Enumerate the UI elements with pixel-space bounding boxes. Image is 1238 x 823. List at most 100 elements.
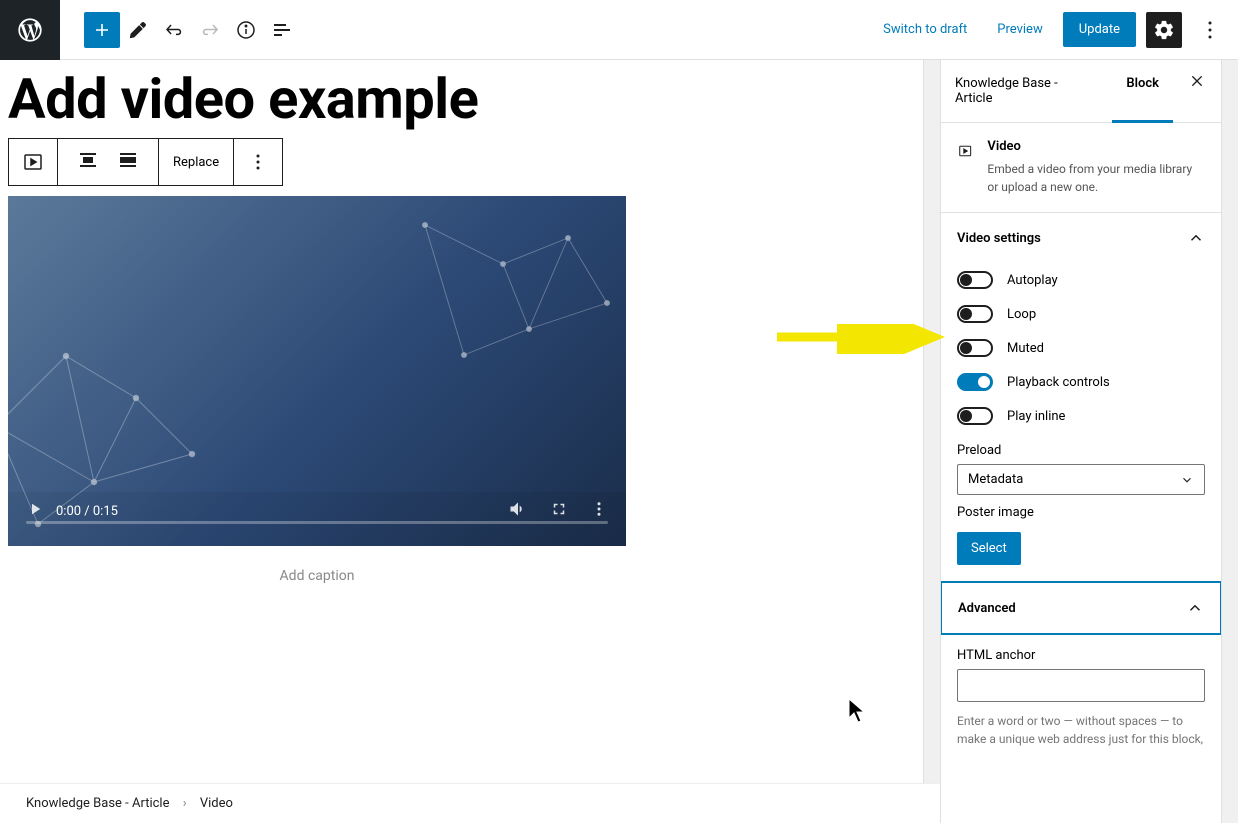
align-wide-icon xyxy=(116,148,140,172)
wordpress-logo[interactable] xyxy=(0,0,60,60)
anchor-input[interactable] xyxy=(957,669,1205,702)
undo-icon xyxy=(162,18,186,42)
anchor-help: Enter a word or two — without spaces — t… xyxy=(957,712,1205,748)
block-title: Video xyxy=(987,139,1205,154)
fullscreen-button[interactable] xyxy=(550,500,568,522)
muted-row: Muted xyxy=(957,331,1205,365)
video-icon xyxy=(957,139,973,163)
more-options-button[interactable] xyxy=(1192,12,1228,48)
cursor-icon xyxy=(848,698,868,724)
toggle-label: Autoplay xyxy=(1007,273,1058,288)
video-time: 0:00 / 0:15 xyxy=(56,504,118,519)
preload-select[interactable]: Metadata xyxy=(957,464,1205,495)
tab-block[interactable]: Block xyxy=(1112,60,1173,123)
more-vertical-icon xyxy=(590,500,608,518)
align-group xyxy=(58,139,159,185)
decorative-mesh xyxy=(386,196,626,446)
block-description: Embed a video from your media library or… xyxy=(987,160,1205,196)
redo-icon xyxy=(198,18,222,42)
video-icon xyxy=(21,150,45,174)
toggle-label: Muted xyxy=(1007,341,1044,356)
volume-icon xyxy=(508,499,528,519)
more-vertical-icon xyxy=(1198,18,1222,42)
settings-button[interactable] xyxy=(1146,12,1182,48)
poster-label: Poster image xyxy=(957,505,1205,520)
play-inline-toggle[interactable] xyxy=(957,407,993,425)
breadcrumb-separator: › xyxy=(183,796,187,811)
close-sidebar-button[interactable] xyxy=(1173,60,1221,122)
breadcrumb-root[interactable]: Knowledge Base - Article xyxy=(26,796,169,811)
info-button[interactable] xyxy=(228,12,264,48)
settings-sidebar: Knowledge Base - Article Block Video Emb… xyxy=(940,60,1221,823)
playback-row: Playback controls xyxy=(957,365,1205,399)
info-icon xyxy=(234,18,258,42)
outline-button[interactable] xyxy=(264,12,300,48)
panel-title: Advanced xyxy=(958,601,1016,616)
align-button[interactable] xyxy=(70,148,106,176)
play-button[interactable] xyxy=(26,500,44,522)
chevron-up-icon xyxy=(1186,599,1204,617)
video-block[interactable]: 0:00 / 0:15 xyxy=(8,196,626,546)
autoplay-toggle[interactable] xyxy=(957,271,993,289)
toggle-label: Playback controls xyxy=(1007,375,1110,390)
preload-label: Preload xyxy=(957,443,1205,458)
breadcrumb: Knowledge Base - Article › Video xyxy=(0,783,940,823)
video-progress-bar[interactable] xyxy=(26,521,608,524)
fullscreen-icon xyxy=(550,500,568,518)
caption-input[interactable]: Add caption xyxy=(8,546,626,606)
editor-scrollbar[interactable] xyxy=(923,60,940,823)
align-center-icon xyxy=(76,148,100,172)
breadcrumb-current[interactable]: Video xyxy=(200,796,233,811)
chevron-down-icon xyxy=(1180,473,1194,487)
add-block-button[interactable] xyxy=(84,12,120,48)
top-left-group xyxy=(0,0,300,59)
more-vertical-icon xyxy=(246,150,270,174)
post-title[interactable]: Add video example xyxy=(8,60,915,138)
editor-tools xyxy=(60,12,300,48)
loop-toggle[interactable] xyxy=(957,305,993,323)
sidebar-scrollbar[interactable] xyxy=(1221,60,1238,823)
block-more-button[interactable] xyxy=(234,139,282,185)
anchor-label: HTML anchor xyxy=(957,648,1205,663)
gear-icon xyxy=(1153,19,1175,41)
video-controls-bar: 0:00 / 0:15 xyxy=(8,492,626,546)
toggle-label: Play inline xyxy=(1007,409,1065,424)
advanced-header[interactable]: Advanced xyxy=(942,583,1220,633)
block-type-button[interactable] xyxy=(9,139,58,185)
annotation-arrow xyxy=(772,324,947,354)
align-wide-button[interactable] xyxy=(110,148,146,176)
update-button[interactable]: Update xyxy=(1063,12,1136,47)
video-settings-header[interactable]: Video settings xyxy=(941,213,1221,263)
top-right-group: Switch to draft Preview Update xyxy=(873,12,1238,48)
replace-button[interactable]: Replace xyxy=(159,139,234,185)
list-outline-icon xyxy=(270,18,294,42)
switch-draft-link[interactable]: Switch to draft xyxy=(873,22,977,37)
undo-button[interactable] xyxy=(156,12,192,48)
advanced-panel: Advanced xyxy=(940,581,1221,635)
muted-toggle[interactable] xyxy=(957,339,993,357)
chevron-up-icon xyxy=(1187,229,1205,247)
panel-title: Video settings xyxy=(957,231,1041,246)
play-icon xyxy=(26,500,44,518)
video-settings-panel: Video settings Autoplay Loop Muted xyxy=(941,213,1221,582)
select-value: Metadata xyxy=(968,472,1023,487)
block-info-panel: Video Embed a video from your media libr… xyxy=(941,123,1221,213)
play-inline-row: Play inline xyxy=(957,399,1205,433)
preview-link[interactable]: Preview xyxy=(987,22,1052,37)
edit-mode-button[interactable] xyxy=(120,12,156,48)
block-toolbar: Replace xyxy=(8,138,283,186)
toggle-label: Loop xyxy=(1007,307,1036,322)
poster-select-button[interactable]: Select xyxy=(957,532,1021,565)
top-toolbar: Switch to draft Preview Update xyxy=(0,0,1238,60)
volume-button[interactable] xyxy=(508,499,528,523)
pencil-icon xyxy=(127,19,149,41)
playback-toggle[interactable] xyxy=(957,373,993,391)
close-icon xyxy=(1189,73,1205,89)
autoplay-row: Autoplay xyxy=(957,263,1205,297)
tab-document[interactable]: Knowledge Base - Article xyxy=(941,60,1112,122)
wordpress-icon xyxy=(16,16,44,44)
video-more-button[interactable] xyxy=(590,500,608,522)
redo-button[interactable] xyxy=(192,12,228,48)
sidebar-tabs: Knowledge Base - Article Block xyxy=(941,60,1221,123)
plus-icon xyxy=(90,18,114,42)
